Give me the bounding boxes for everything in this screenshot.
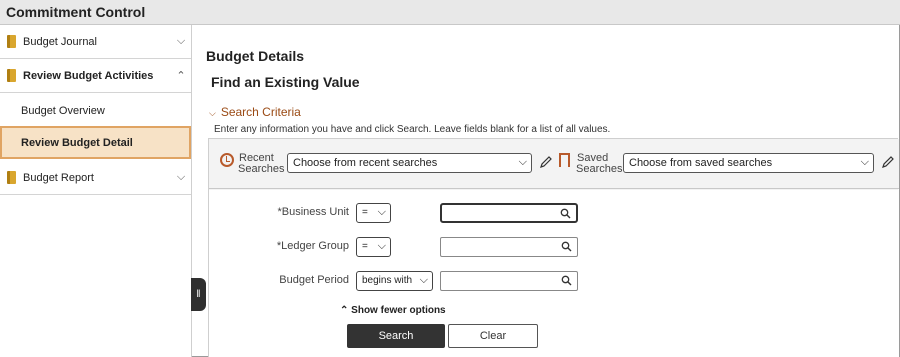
search-icon[interactable] <box>561 275 572 286</box>
history-icon <box>220 153 234 167</box>
window-title: Commitment Control <box>0 0 900 25</box>
search-button[interactable]: Search <box>347 324 445 348</box>
saved-searches-select[interactable]: Choose from saved searches ⌵ <box>623 153 874 173</box>
sidebar-item-label: Budget Journal <box>23 35 97 48</box>
saved-searches-bar: Recent Searches Choose from recent searc… <box>209 139 899 189</box>
chevron-down-icon: ⌵ <box>377 240 386 252</box>
budget-period-label: Budget Period <box>279 274 349 286</box>
sidebar: Budget Journal ⌵ Review Budget Activitie… <box>0 25 192 357</box>
operator-value: = <box>362 207 368 218</box>
sidebar-item-budget-journal[interactable]: Budget Journal ⌵ <box>0 25 191 59</box>
recent-searches-value: Choose from recent searches <box>293 157 438 169</box>
bookmark-icon <box>559 153 570 169</box>
sidebar-subitem-label: Review Budget Detail <box>21 136 133 149</box>
recent-searches-label: Recent Searches <box>238 153 284 175</box>
chevron-down-icon[interactable]: ⌵ <box>171 171 191 184</box>
operator-value: begins with <box>362 275 413 286</box>
search-fields: *Business Unit = ⌵ *Ledger Group = ⌵ Bud… <box>209 190 899 357</box>
search-icon[interactable] <box>561 241 572 252</box>
search-criteria-label: Search Criteria <box>220 105 301 119</box>
page-subtitle: Find an Existing Value <box>211 74 360 90</box>
chevron-down-icon: ⌵ <box>419 274 428 286</box>
saved-searches-label: Saved Searches <box>576 153 622 175</box>
saved-label-line2: Searches <box>576 163 623 175</box>
clear-button[interactable]: Clear <box>448 324 538 348</box>
business-unit-label: *Business Unit <box>277 206 349 218</box>
chevron-down-icon: ⌵ <box>518 156 527 168</box>
chevron-down-icon: ⌵ <box>209 108 216 118</box>
ledger-group-operator[interactable]: = ⌵ <box>356 237 391 257</box>
search-criteria-toggle[interactable]: ⌵ Search Criteria <box>209 105 301 119</box>
recent-searches-select[interactable]: Choose from recent searches ⌵ <box>287 153 532 173</box>
show-fewer-options-label: Show fewer options <box>351 305 446 316</box>
sidebar-subitem-label: Budget Overview <box>21 104 105 117</box>
ledger-group-label: *Ledger Group <box>276 240 349 252</box>
recent-label-line2: Searches <box>238 163 285 175</box>
business-unit-operator[interactable]: = ⌵ <box>356 203 391 223</box>
chevron-up-icon[interactable]: ⌃ <box>171 69 191 82</box>
saved-searches-value: Choose from saved searches <box>629 157 773 169</box>
search-icon[interactable] <box>560 208 571 219</box>
chevron-up-icon: ⌃ <box>340 305 349 316</box>
chevron-down-icon: ⌵ <box>860 156 869 168</box>
search-panel: Recent Searches Choose from recent searc… <box>208 138 899 357</box>
sidebar-item-label: Budget Report <box>23 171 94 184</box>
chevron-down-icon: ⌵ <box>377 206 386 218</box>
chevron-down-icon[interactable]: ⌵ <box>171 35 191 48</box>
sidebar-item-label: Review Budget Activities <box>23 69 154 82</box>
show-fewer-options-link[interactable]: ⌃ Show fewer options <box>340 305 446 316</box>
book-icon <box>7 35 16 48</box>
sidebar-subitem-review-budget-detail[interactable]: Review Budget Detail <box>0 126 191 159</box>
book-icon <box>7 171 16 184</box>
book-icon <box>7 69 16 82</box>
ledger-group-input[interactable] <box>440 237 578 257</box>
page-title: Budget Details <box>206 48 305 64</box>
sidebar-item-review-budget-activities[interactable]: Review Budget Activities ⌃ <box>0 59 191 93</box>
main-content: Budget Details Find an Existing Value ⌵ S… <box>193 25 899 357</box>
pencil-icon[interactable] <box>539 155 553 169</box>
operator-value: = <box>362 241 368 252</box>
budget-period-input[interactable] <box>440 271 578 291</box>
sidebar-item-budget-report[interactable]: Budget Report ⌵ <box>0 161 191 195</box>
budget-period-operator[interactable]: begins with ⌵ <box>356 271 433 291</box>
sidebar-subitem-budget-overview[interactable]: Budget Overview <box>0 94 191 127</box>
pencil-icon[interactable] <box>881 155 895 169</box>
search-instructions: Enter any information you have and click… <box>214 124 611 135</box>
business-unit-input[interactable] <box>440 203 578 223</box>
